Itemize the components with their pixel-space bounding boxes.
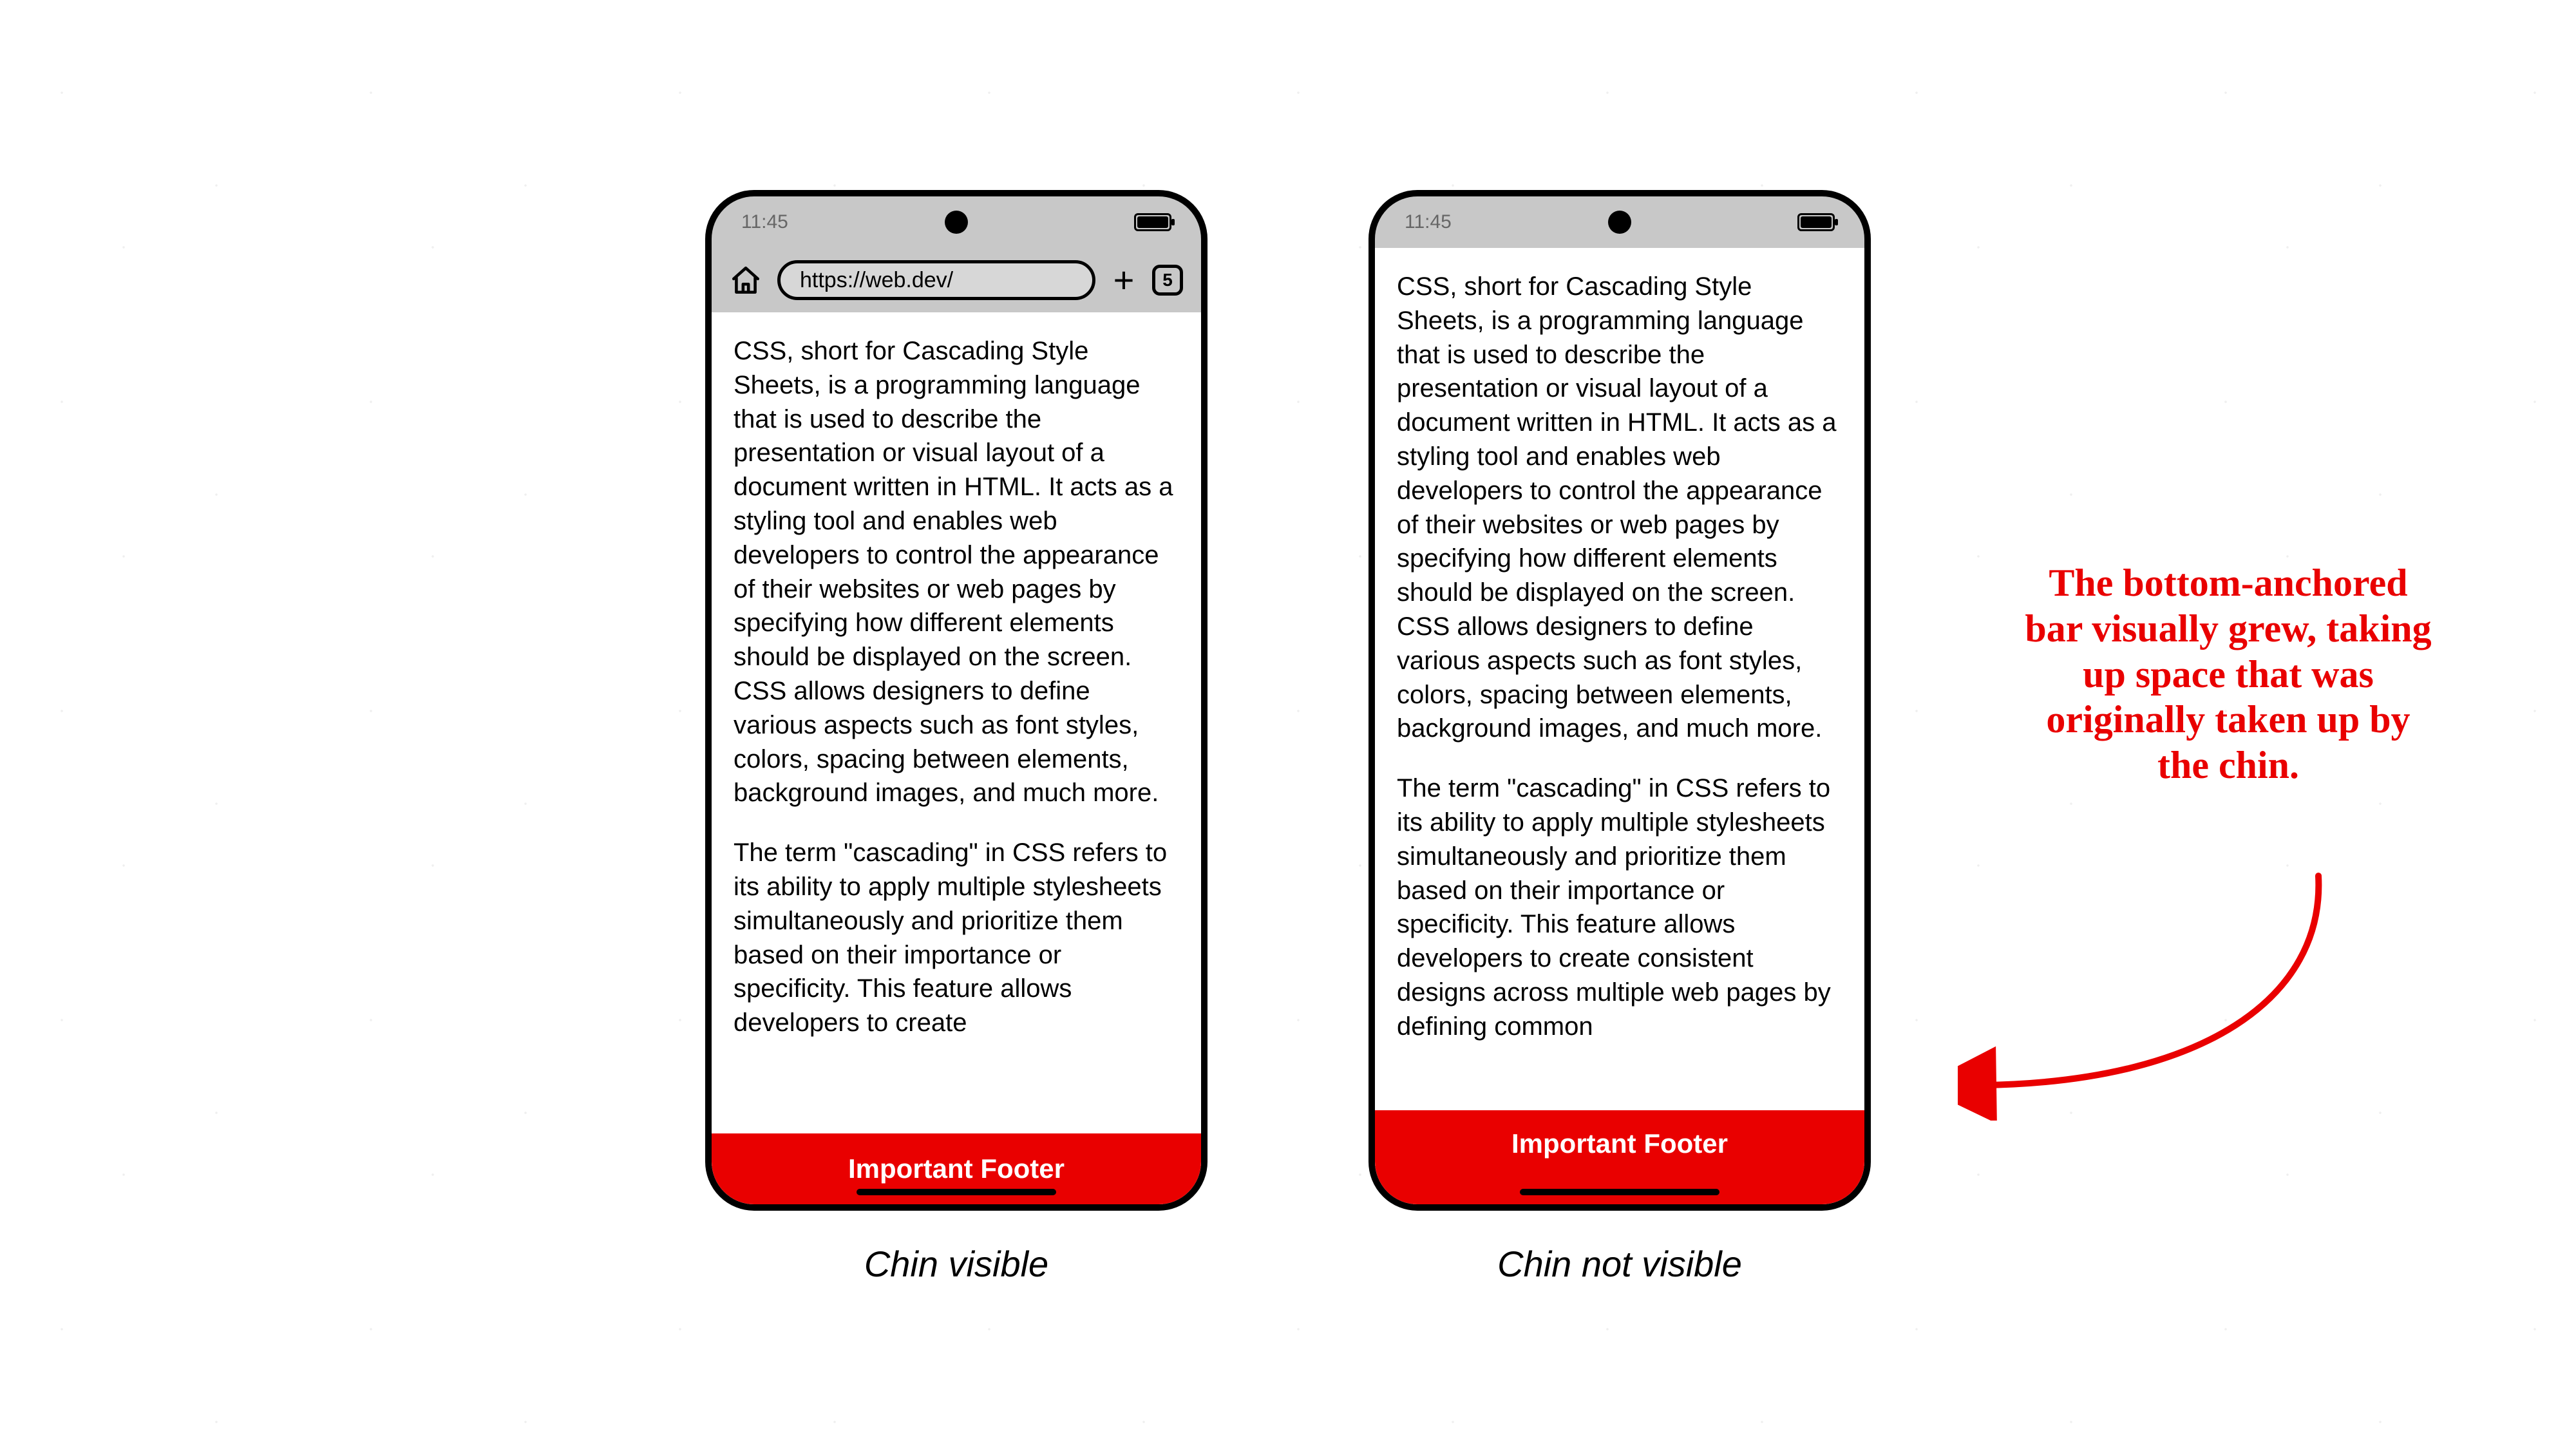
caption-left: Chin visible bbox=[864, 1243, 1048, 1285]
status-bar: 11:45 bbox=[1375, 196, 1864, 248]
camera-dot-icon bbox=[945, 211, 968, 234]
example-chin-visible: 11:45 https://web.dev/ + 5 bbox=[705, 190, 1208, 1285]
paragraph-1: CSS, short for Cascading Style Sheets, i… bbox=[734, 334, 1179, 810]
paragraph-1: CSS, short for Cascading Style Sheets, i… bbox=[1397, 270, 1842, 746]
paragraph-2: The term "cascading" in CSS refers to it… bbox=[1397, 772, 1842, 1043]
url-bar[interactable]: https://web.dev/ bbox=[777, 260, 1095, 300]
device-frame-left: 11:45 https://web.dev/ + 5 bbox=[705, 190, 1208, 1211]
status-time: 11:45 bbox=[741, 211, 788, 233]
paragraph-2: The term "cascading" in CSS refers to it… bbox=[734, 836, 1179, 1040]
footer-label: Important Footer bbox=[1511, 1128, 1728, 1159]
page-viewport: CSS, short for Cascading Style Sheets, i… bbox=[1375, 248, 1864, 1204]
tab-count-button[interactable]: 5 bbox=[1152, 265, 1183, 296]
url-text: https://web.dev/ bbox=[800, 268, 953, 293]
browser-chrome: https://web.dev/ + 5 bbox=[712, 248, 1201, 312]
home-indicator-icon bbox=[857, 1189, 1056, 1195]
status-time: 11:45 bbox=[1405, 211, 1452, 233]
device-frame-right: 11:45 CSS, short for Cascading Style She… bbox=[1368, 190, 1871, 1211]
caption-right: Chin not visible bbox=[1497, 1243, 1742, 1285]
comparison-stage: 11:45 https://web.dev/ + 5 bbox=[0, 0, 2576, 1449]
battery-icon bbox=[1797, 213, 1835, 231]
home-indicator-icon bbox=[1520, 1189, 1719, 1195]
new-tab-button[interactable]: + bbox=[1111, 262, 1137, 298]
example-chin-hidden: 11:45 CSS, short for Cascading Style She… bbox=[1368, 190, 1871, 1285]
footer-label: Important Footer bbox=[848, 1153, 1065, 1184]
battery-icon bbox=[1134, 213, 1171, 231]
page-content[interactable]: CSS, short for Cascading Style Sheets, i… bbox=[712, 312, 1201, 1133]
camera-dot-icon bbox=[1608, 211, 1631, 234]
status-bar: 11:45 bbox=[712, 196, 1201, 248]
page-content[interactable]: CSS, short for Cascading Style Sheets, i… bbox=[1375, 248, 1864, 1110]
home-icon[interactable] bbox=[730, 264, 762, 296]
page-viewport: CSS, short for Cascading Style Sheets, i… bbox=[712, 312, 1201, 1204]
